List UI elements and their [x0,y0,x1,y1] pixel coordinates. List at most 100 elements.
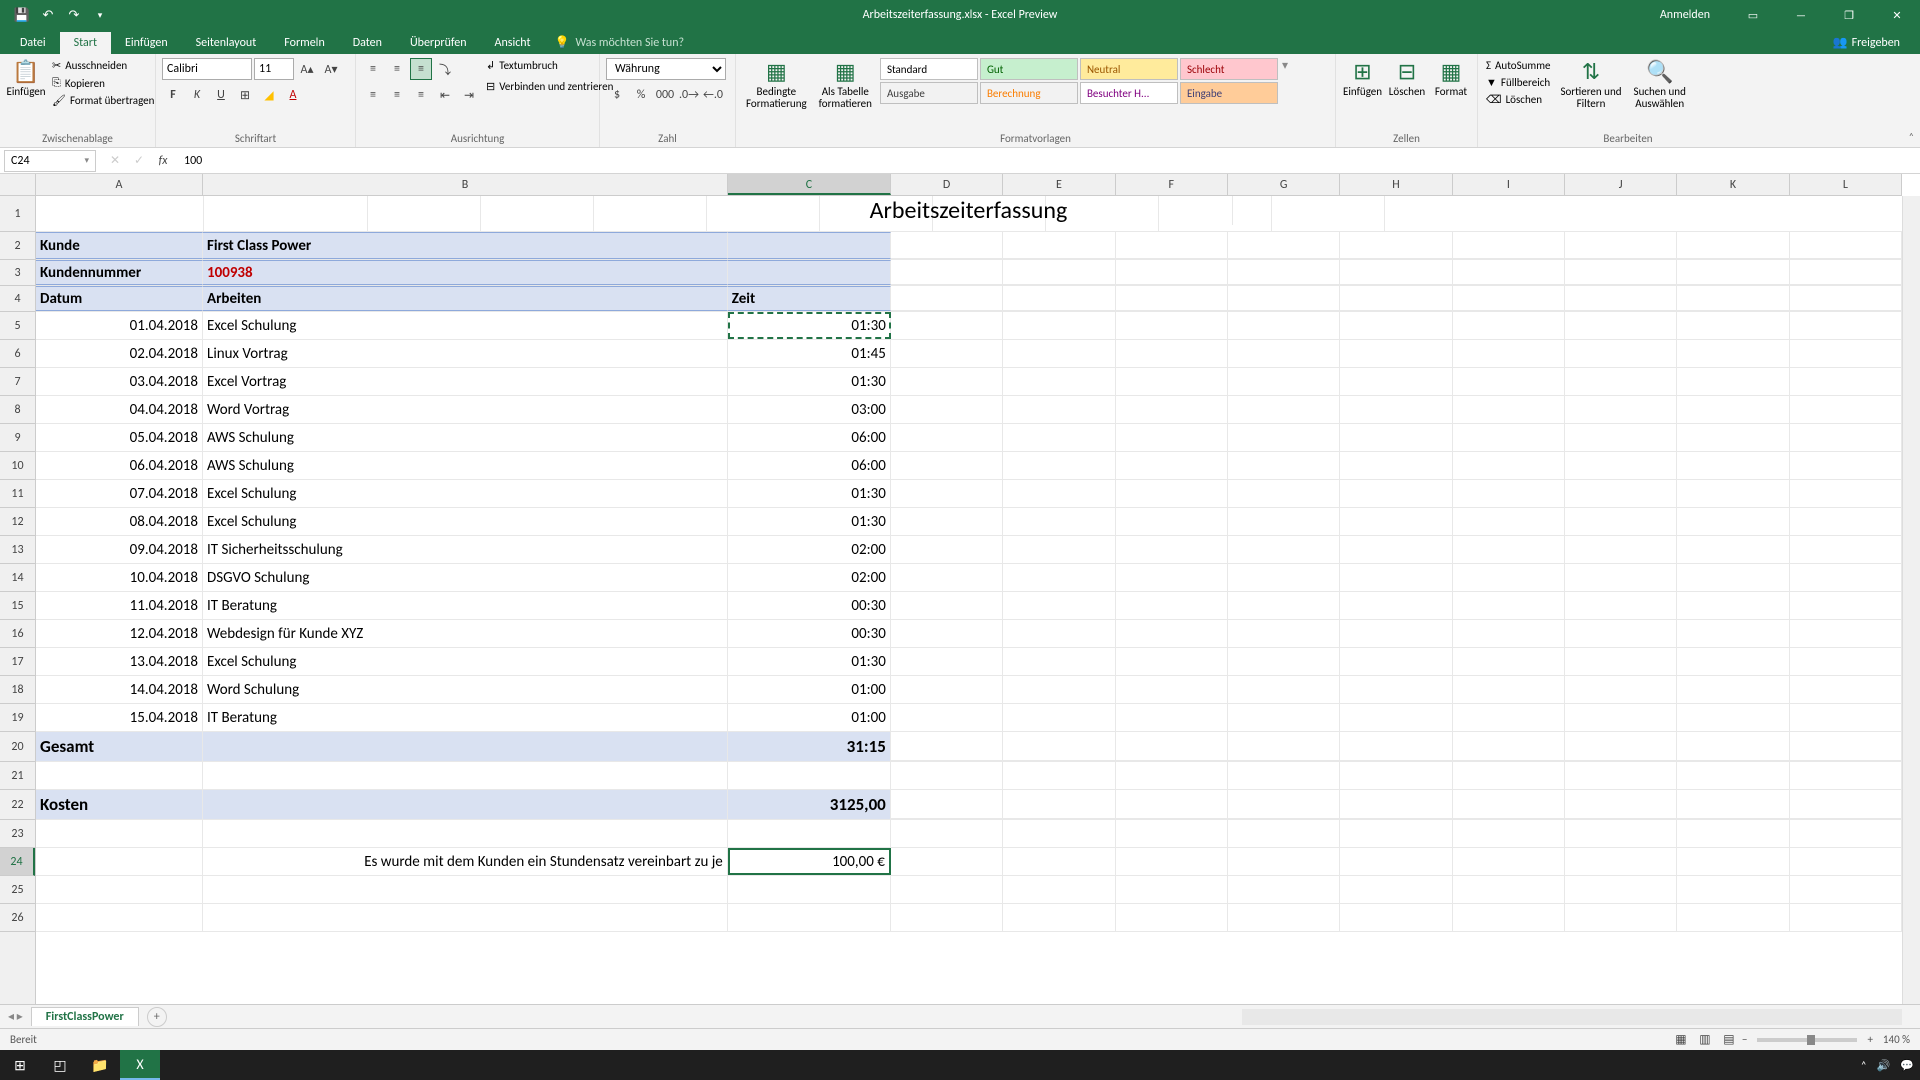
cell-C14[interactable]: 02:00 [728,564,891,591]
cell-F13[interactable] [1116,536,1228,563]
cell-A7[interactable]: 03.04.2018 [36,368,203,395]
cell-K7[interactable] [1677,368,1789,395]
cell-B10[interactable]: AWS Schulung [203,452,728,479]
cell-J9[interactable] [1565,424,1677,451]
cell-G12[interactable] [1228,508,1340,535]
excel-taskbar-icon[interactable]: X [120,1050,160,1080]
cell-E10[interactable] [1003,452,1115,479]
comma-format-icon[interactable]: 000 [654,84,676,106]
cell-J18[interactable] [1565,676,1677,703]
row-header-14[interactable]: 14 [0,564,35,592]
cell-I3[interactable] [1453,260,1565,285]
cell-L17[interactable] [1790,648,1902,675]
cell-K6[interactable] [1677,340,1789,367]
cell-E20[interactable] [1003,732,1115,761]
cell-K20[interactable] [1677,732,1789,761]
number-format-select[interactable]: Währung [606,58,726,80]
cell-A5[interactable]: 01.04.2018 [36,312,203,339]
cell-L12[interactable] [1790,508,1902,535]
normal-view-icon[interactable]: ▦ [1670,1029,1692,1051]
cell-G5[interactable] [1228,312,1340,339]
page-break-icon[interactable]: ▤ [1718,1029,1740,1051]
cell-H5[interactable] [1340,312,1452,339]
bold-button[interactable]: F [162,84,184,106]
cell-A3[interactable]: Kundennummer [36,260,203,285]
row-header-15[interactable]: 15 [0,592,35,620]
cell-G10[interactable] [1228,452,1340,479]
cell-E17[interactable] [1003,648,1115,675]
page-layout-icon[interactable]: ▥ [1694,1029,1716,1051]
cell-E26[interactable] [1003,904,1115,931]
autosum-button[interactable]: ΣAutoSumme [1484,58,1552,73]
cell-H10[interactable] [1340,452,1452,479]
fill-button[interactable]: ▼Füllbereich [1484,75,1552,90]
fill-color-button[interactable]: ◢ [258,84,280,106]
zoom-level[interactable]: 140 % [1883,1033,1910,1046]
cell-E24[interactable] [1003,848,1115,875]
cell-G20[interactable] [1228,732,1340,761]
cell-F23[interactable] [1116,820,1228,847]
cell-G9[interactable] [1228,424,1340,451]
cell-L6[interactable] [1790,340,1902,367]
cell-D24[interactable] [891,848,1003,875]
col-header-L[interactable]: L [1790,174,1902,195]
row-header-6[interactable]: 6 [0,340,35,368]
cell-B3[interactable]: 100938 [203,260,728,285]
cell-D2[interactable] [891,232,1003,259]
tab-seitenlayout[interactable]: Seitenlayout [182,32,271,54]
cell-H16[interactable] [1340,620,1452,647]
cell-G26[interactable] [1228,904,1340,931]
cell-I10[interactable] [1453,452,1565,479]
cell-J7[interactable] [1565,368,1677,395]
cell-E9[interactable] [1003,424,1115,451]
cell-F24[interactable] [1116,848,1228,875]
cell-K10[interactable] [1677,452,1789,479]
cell-I8[interactable] [1453,396,1565,423]
cell-B6[interactable]: Linux Vortrag [203,340,728,367]
cell-K22[interactable] [1677,790,1789,819]
formula-input[interactable]: 100 [178,154,1920,168]
cell-B1[interactable]: Arbeitszeiterfassung [705,196,1233,225]
cell-H12[interactable] [1340,508,1452,535]
cell-B8[interactable]: Word Vortrag [203,396,728,423]
cell-H7[interactable] [1340,368,1452,395]
row-header-24[interactable]: 24 [0,848,35,876]
cell-I5[interactable] [1453,312,1565,339]
row-header-9[interactable]: 9 [0,424,35,452]
cell-E4[interactable] [1003,286,1115,311]
cell-I20[interactable] [1453,732,1565,761]
cell-J8[interactable] [1565,396,1677,423]
cell-L23[interactable] [1790,820,1902,847]
cell-L4[interactable] [1790,286,1902,311]
cell-C25[interactable] [728,876,891,903]
cell-J11[interactable] [1565,480,1677,507]
cell-C3[interactable] [728,260,891,285]
cancel-formula-icon[interactable]: ✕ [104,150,126,172]
cell-L7[interactable] [1790,368,1902,395]
cell-E7[interactable] [1003,368,1115,395]
cell-B21[interactable] [203,762,728,789]
cell-D17[interactable] [891,648,1003,675]
cell-F6[interactable] [1116,340,1228,367]
file-explorer-icon[interactable]: 📁 [80,1050,120,1080]
cell-I22[interactable] [1453,790,1565,819]
col-header-G[interactable]: G [1228,174,1340,195]
cell-H4[interactable] [1340,286,1452,311]
cut-button[interactable]: ✂Ausschneiden [50,58,156,73]
cell-style-ausgabe[interactable]: Ausgabe [880,82,978,104]
cell-K25[interactable] [1677,876,1789,903]
cell-A1[interactable] [36,196,204,231]
cell-H22[interactable] [1340,790,1452,819]
cell-D7[interactable] [891,368,1003,395]
column-headers[interactable]: ABCDEFGHIJKL [36,174,1902,196]
cell-D23[interactable] [891,820,1003,847]
row-header-20[interactable]: 20 [0,732,35,762]
cell-J15[interactable] [1565,592,1677,619]
cell-I4[interactable] [1453,286,1565,311]
cell-I15[interactable] [1453,592,1565,619]
row-header-26[interactable]: 26 [0,904,35,932]
cell-I11[interactable] [1453,480,1565,507]
copy-button[interactable]: ⎘Kopieren [50,75,156,91]
cell-B9[interactable]: AWS Schulung [203,424,728,451]
cell-J3[interactable] [1565,260,1677,285]
